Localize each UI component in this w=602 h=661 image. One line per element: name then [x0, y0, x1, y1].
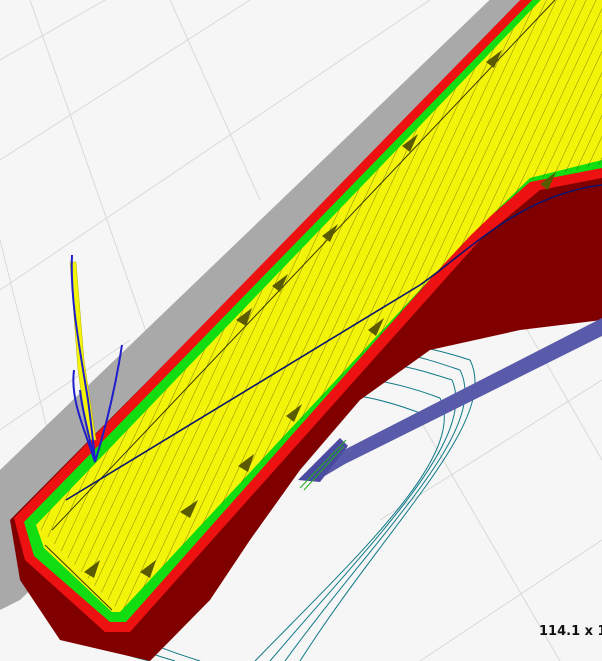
dimensions-readout: 114.1 x 1 — [539, 624, 602, 639]
layer-preview-canvas[interactable] — [0, 0, 602, 661]
gcode-preview-viewport[interactable]: 114.1 x 1 — [0, 0, 602, 661]
